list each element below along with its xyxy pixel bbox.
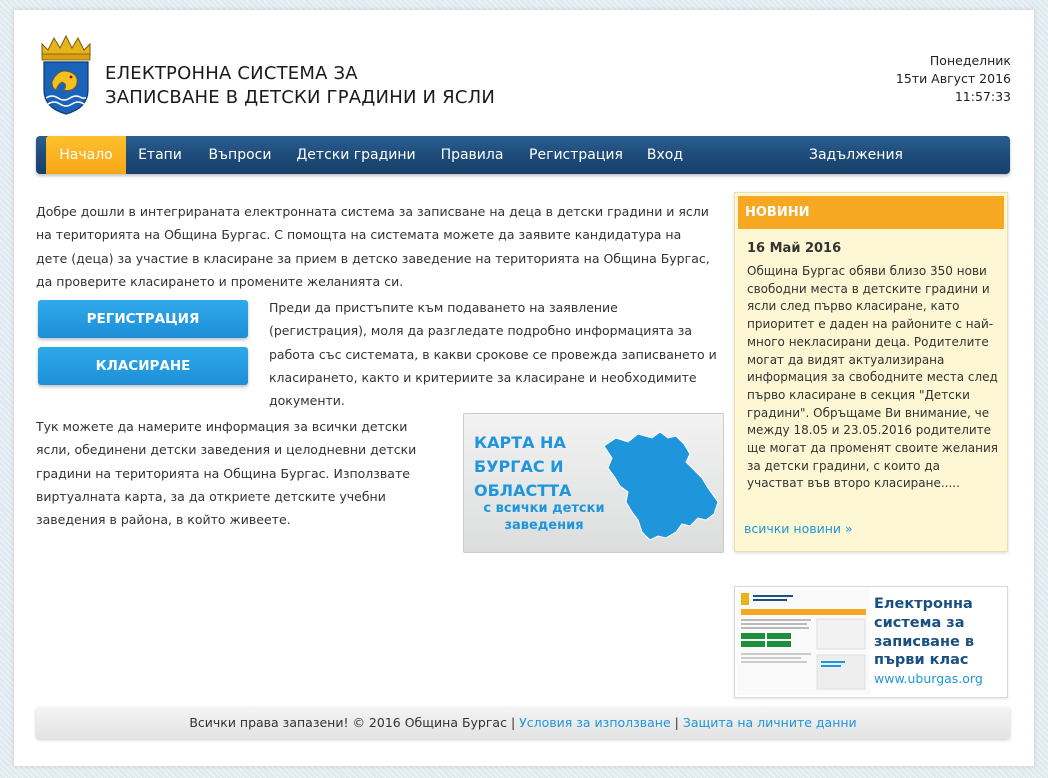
intro-text: Добре дошли в интегрираната електронната…: [36, 204, 710, 289]
news-header: НОВИНИ: [738, 196, 1004, 229]
registration-info-text: Преди да пристъпите към подаването на за…: [269, 300, 717, 409]
weekday-text: Понеделник: [929, 53, 1011, 68]
map-banner-title: КАРТА НА БУРГАС И ОБЛАСТТА: [474, 431, 614, 503]
date-time-display: Понеделник 15ти Август 2016 11:57:33: [896, 52, 1011, 106]
nav-item-login[interactable]: Вход: [640, 136, 690, 174]
nav-item-stages[interactable]: Етапи: [134, 136, 186, 174]
map-title-line2: БУРГАС И: [474, 457, 564, 476]
promo-link[interactable]: www.uburgas.org: [874, 671, 983, 686]
footer-copyright: Всички права запазени! © 2016 Община Бур…: [189, 715, 507, 730]
site-title: ЕЛЕКТРОННА СИСТЕМА ЗА ЗАПИСВАНЕ В ДЕТСКИ…: [105, 62, 525, 110]
terms-of-use-link[interactable]: Условия за използване: [519, 715, 671, 730]
map-title-line1: КАРТА НА: [474, 433, 566, 452]
main-navigation: Начало Етапи Въпроси Детски градини Прав…: [36, 136, 1010, 174]
registration-button[interactable]: РЕГИСТРАЦИЯ: [38, 300, 248, 338]
all-news-link[interactable]: всички новини »: [744, 521, 853, 536]
nav-item-questions[interactable]: Въпроси: [202, 136, 278, 174]
date-text: 15ти Август 2016: [895, 71, 1011, 86]
time-text: 11:57:33: [954, 89, 1011, 104]
promo-title: Електронна система за записване в първи …: [874, 596, 975, 669]
site-title-line1: ЕЛЕКТРОННА СИСТЕМА ЗА: [105, 63, 358, 84]
burgas-region-map-icon: [603, 431, 719, 541]
news-date: 16 Май 2016: [747, 241, 842, 256]
page: ЕЛЕКТРОННА СИСТЕМА ЗА ЗАПИСВАНЕ В ДЕТСКИ…: [14, 10, 1034, 766]
site-title-line2: ЗАПИСВАНЕ В ДЕТСКИ ГРАДИНИ И ЯСЛИ: [105, 87, 496, 108]
nav-item-registration[interactable]: Регистрация: [524, 136, 628, 174]
map-info-text: Тук можете да намерите информация за вси…: [36, 419, 417, 528]
nav-item-rules[interactable]: Правила: [434, 136, 510, 174]
news-panel: НОВИНИ 16 Май 2016 Община Бургас обяви б…: [734, 192, 1008, 552]
news-body: Община Бургас обяви близо 350 нови свобо…: [747, 264, 999, 491]
news-heading: НОВИНИ: [745, 205, 810, 220]
nav-item-kindergartens[interactable]: Детски градини: [292, 136, 420, 174]
map-banner-subtitle: с всички детски заведения: [483, 501, 605, 533]
first-grade-promo[interactable]: Електронна система за записване в първи …: [734, 586, 1008, 698]
burgas-coat-of-arms-logo[interactable]: [36, 34, 96, 116]
footer-separator: |: [510, 715, 516, 730]
footer-separator: |: [674, 715, 679, 730]
ranking-button[interactable]: КЛАСИРАНЕ: [38, 347, 248, 385]
footer: Всички права запазени! © 2016 Община Бур…: [36, 707, 1010, 739]
nav-item-obligations[interactable]: Задължения: [804, 136, 908, 174]
nav-item-home[interactable]: Начало: [46, 136, 126, 174]
map-banner[interactable]: КАРТА НА БУРГАС И ОБЛАСТТА с всички детс…: [463, 413, 724, 553]
promo-screenshot-thumbnail: [737, 589, 870, 695]
privacy-link[interactable]: Защита на личните данни: [683, 715, 857, 730]
